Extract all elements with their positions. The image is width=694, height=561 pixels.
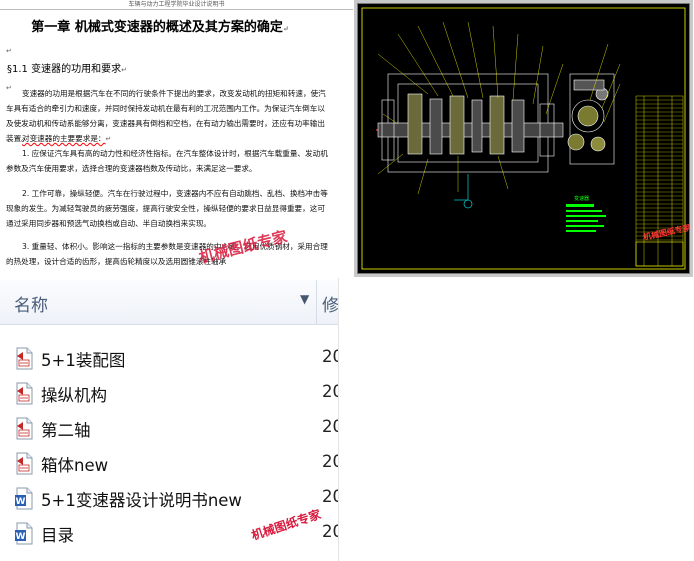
document-page: 车辆与动力工程学院毕业设计说明书 第一章 机械式变速器的概述及其方案的确定↵ ↵… [0,0,353,278]
file-row[interactable]: 第二轴 20 [0,412,338,446]
svg-text:W: W [16,532,26,542]
file-date: 20 [322,522,338,541]
cad-file-icon [16,452,33,475]
cad-file-icon [16,417,33,440]
file-explorer: 名称 ▼ 修 5+1装配图 20 操纵机构 20 第二轴 20 箱体new 20 W 5+1变速器… [0,280,338,561]
cad-file-icon [16,347,33,370]
file-name: 5+1变速器设计说明书new [41,491,242,510]
file-row[interactable]: 箱体new 20 [0,447,338,481]
paragraph-mark: ↵ [6,47,12,55]
file-name: 5+1装配图 [41,351,126,370]
body-paragraph-4: 2. 工作可靠，操纵轻便。汽车在行驶过程中，变速器内不应有自动跳档、乱档、换档冲… [6,189,328,228]
column-header-bar [0,280,338,325]
cad-sheet: 机械图纸专家 变速器 [357,3,690,274]
word-file-icon: W [15,487,33,510]
svg-text:W: W [16,497,26,507]
file-name: 第二轴 [41,421,91,440]
word-file-icon: W [15,522,33,545]
body-paragraph-2: 对变速器的主要要求是：↵ [22,134,112,143]
file-date: 20 [322,382,338,401]
file-date: 20 [322,417,338,436]
column-header-modified[interactable]: 修 [322,291,338,316]
sort-down-icon[interactable]: ▼ [300,292,309,306]
file-row[interactable]: W 5+1变速器设计说明书new 20 [0,482,338,516]
blank-area [338,278,694,561]
file-date: 20 [322,347,338,366]
divider [338,278,339,561]
column-separator[interactable] [316,280,317,324]
gearbox-assembly-drawing: 机械图纸专家 变速器 [361,7,689,270]
cad-notes-label: 变速器 [574,195,589,202]
body-paragraph-3: 1. 应保证汽车具有高的动力性和经济性指标。在汽车整体设计时，根据汽车载重量、发… [6,149,328,173]
file-date: 20 [322,487,338,506]
file-row[interactable]: 操纵机构 20 [0,377,338,411]
section-heading: §1.1 变速器的功用和要求↵ [7,64,127,75]
column-header-name[interactable]: 名称 [14,291,48,316]
cad-watermark: 机械图纸专家 [642,222,689,242]
file-date: 20 [322,452,338,471]
file-name: 箱体new [41,456,109,475]
page-header: 车辆与动力工程学院毕业设计说明书 [0,0,353,10]
chapter-title: 第一章 机械式变速器的概述及其方案的确定↵ [31,20,289,35]
file-name: 操纵机构 [41,386,107,405]
file-name: 目录 [41,526,74,545]
file-row[interactable]: 5+1装配图 20 [0,342,338,376]
cad-file-icon [16,382,33,405]
cad-drawing-preview: 机械图纸专家 变速器 [354,0,693,277]
